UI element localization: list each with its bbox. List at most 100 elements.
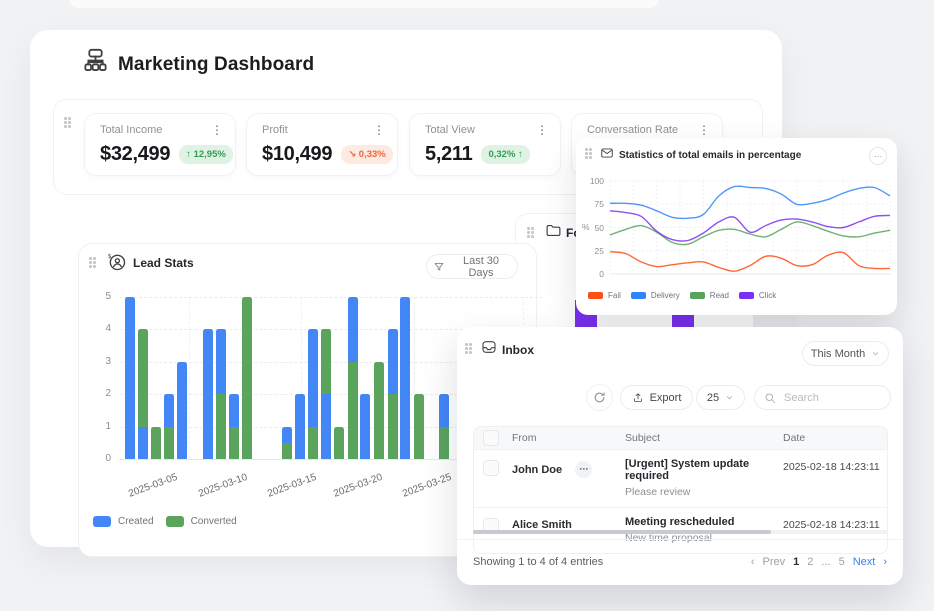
y-tick-label: 100 xyxy=(578,176,604,186)
kebab-menu-icon[interactable]: ⋮ xyxy=(698,125,710,135)
email-subject: [Urgent] System update required xyxy=(625,458,783,482)
row-checkbox[interactable] xyxy=(483,460,499,476)
email-preview: Please review xyxy=(625,486,783,498)
export-button[interactable]: Export xyxy=(620,385,693,410)
search-input[interactable] xyxy=(782,391,881,405)
lead-legend: Created Converted xyxy=(93,516,237,527)
next-button[interactable]: Next xyxy=(853,556,876,568)
page-number[interactable]: 2 xyxy=(807,556,813,568)
background-card-edge xyxy=(70,0,658,8)
sender-name: John Doe xyxy=(512,464,562,476)
legend-swatch xyxy=(631,292,646,299)
bar-segment xyxy=(216,329,226,394)
legend-item[interactable]: Read xyxy=(690,291,729,300)
bar-segment xyxy=(282,427,292,443)
inbox-panel: Inbox This Month Export 25 xyxy=(457,327,903,585)
y-tick-label: 0 xyxy=(79,454,111,464)
row-menu-icon[interactable]: ⋯ xyxy=(575,461,592,478)
legend-swatch xyxy=(690,292,705,299)
prev-button[interactable]: Prev xyxy=(763,556,786,568)
email-stats-panel: Statistics of total emails in percentage… xyxy=(576,138,897,315)
next-chevron-icon[interactable]: › xyxy=(883,556,887,568)
email-subject: Meeting rescheduled xyxy=(625,516,783,528)
bar-segment xyxy=(388,394,398,459)
search-box xyxy=(754,385,891,410)
last-30-days-filter-button[interactable]: Last 30 Days xyxy=(426,254,518,279)
legend-swatch xyxy=(739,292,754,299)
prev-chevron-icon[interactable]: ‹ xyxy=(751,556,755,568)
stat-value: $32,499 xyxy=(100,143,170,166)
drag-handle[interactable] xyxy=(89,257,97,269)
bar-segment xyxy=(125,297,135,459)
chevron-down-icon xyxy=(871,349,880,358)
legend-item[interactable]: Click xyxy=(739,291,776,300)
envelope-icon xyxy=(600,146,614,160)
table-header-row: From Subject Date xyxy=(474,427,887,449)
y-tick-label: 25 xyxy=(578,246,604,256)
legend-item[interactable]: Converted xyxy=(166,516,237,527)
legend-item[interactable]: Delivery xyxy=(631,291,680,300)
kebab-menu-icon[interactable]: ⋮ xyxy=(373,125,385,135)
column-header-date: Date xyxy=(783,432,887,444)
bar-segment xyxy=(414,394,424,459)
table-row[interactable]: John Doe ⋯ [Urgent] System update requir… xyxy=(474,449,887,507)
bar-segment xyxy=(374,362,384,459)
page-size-value: 25 xyxy=(707,392,719,404)
select-all-checkbox[interactable] xyxy=(483,430,499,446)
kebab-menu-icon[interactable]: ⋮ xyxy=(536,125,548,135)
bar-segment xyxy=(308,427,318,459)
stat-value: $10,499 xyxy=(262,143,332,166)
bar-segment xyxy=(388,329,398,394)
email-date: 2025-02-18 14:23:11 xyxy=(783,516,887,531)
legend-swatch xyxy=(588,292,603,299)
bar-segment xyxy=(360,394,370,459)
x-tick-label: 2025-03-10 xyxy=(197,472,249,500)
search-icon xyxy=(764,392,776,404)
stat-value: 5,211 xyxy=(425,143,472,166)
x-tick-label: 2025-03-25 xyxy=(401,472,453,500)
horizontal-scrollbar-track xyxy=(473,530,888,534)
period-label: This Month xyxy=(811,348,865,360)
stat-card-profit: Profit ⋮ $10,499 ↘ 0,33% xyxy=(246,113,398,176)
drag-handle[interactable] xyxy=(64,117,72,129)
y-tick-label: 75 xyxy=(578,199,604,209)
bar-segment xyxy=(334,427,344,459)
trend-badge: ↑ 12,95% xyxy=(179,145,233,164)
legend-item[interactable]: Created xyxy=(93,516,154,527)
y-tick-label: 1 xyxy=(79,422,111,432)
x-tick-label: 2025-03-20 xyxy=(332,472,384,500)
more-menu-icon[interactable]: ⋯ xyxy=(869,147,887,165)
horizontal-scrollbar-thumb[interactable] xyxy=(473,530,771,534)
legend-label: Fail xyxy=(608,291,621,300)
refresh-button[interactable] xyxy=(586,384,613,411)
page-title: Marketing Dashboard xyxy=(118,54,314,76)
drag-handle[interactable] xyxy=(585,148,593,160)
bar-segment xyxy=(400,297,410,459)
legend-swatch xyxy=(166,516,184,527)
drag-handle[interactable] xyxy=(465,343,473,355)
legend-label: Delivery xyxy=(651,291,680,300)
stat-label: Total Income xyxy=(100,124,162,136)
bar-segment xyxy=(203,329,213,459)
page-number[interactable]: ... xyxy=(821,556,830,568)
column-header-from: From xyxy=(512,432,625,444)
drag-handle[interactable] xyxy=(527,227,535,239)
bar-segment xyxy=(138,427,148,459)
page-number[interactable]: 1 xyxy=(793,556,799,568)
bar-segment xyxy=(348,362,358,459)
page-number[interactable]: 5 xyxy=(839,556,845,568)
page-size-dropdown[interactable]: 25 xyxy=(696,385,745,410)
entries-summary: Showing 1 to 4 of 4 entries xyxy=(473,556,603,568)
lead-icon: $ xyxy=(107,252,127,272)
legend-swatch xyxy=(93,516,111,527)
column-header-subject: Subject xyxy=(625,432,783,444)
svg-text:$: $ xyxy=(108,254,112,260)
bar-segment xyxy=(439,427,449,459)
period-dropdown[interactable]: This Month xyxy=(802,341,889,366)
bar-segment xyxy=(321,394,331,459)
kebab-menu-icon[interactable]: ⋮ xyxy=(211,125,223,135)
chevron-down-icon xyxy=(725,393,734,402)
email-stats-title: Statistics of total emails in percentage xyxy=(619,150,801,161)
legend-item[interactable]: Fail xyxy=(588,291,621,300)
stat-card-total-income: Total Income ⋮ $32,499 ↑ 12,95% xyxy=(84,113,236,176)
